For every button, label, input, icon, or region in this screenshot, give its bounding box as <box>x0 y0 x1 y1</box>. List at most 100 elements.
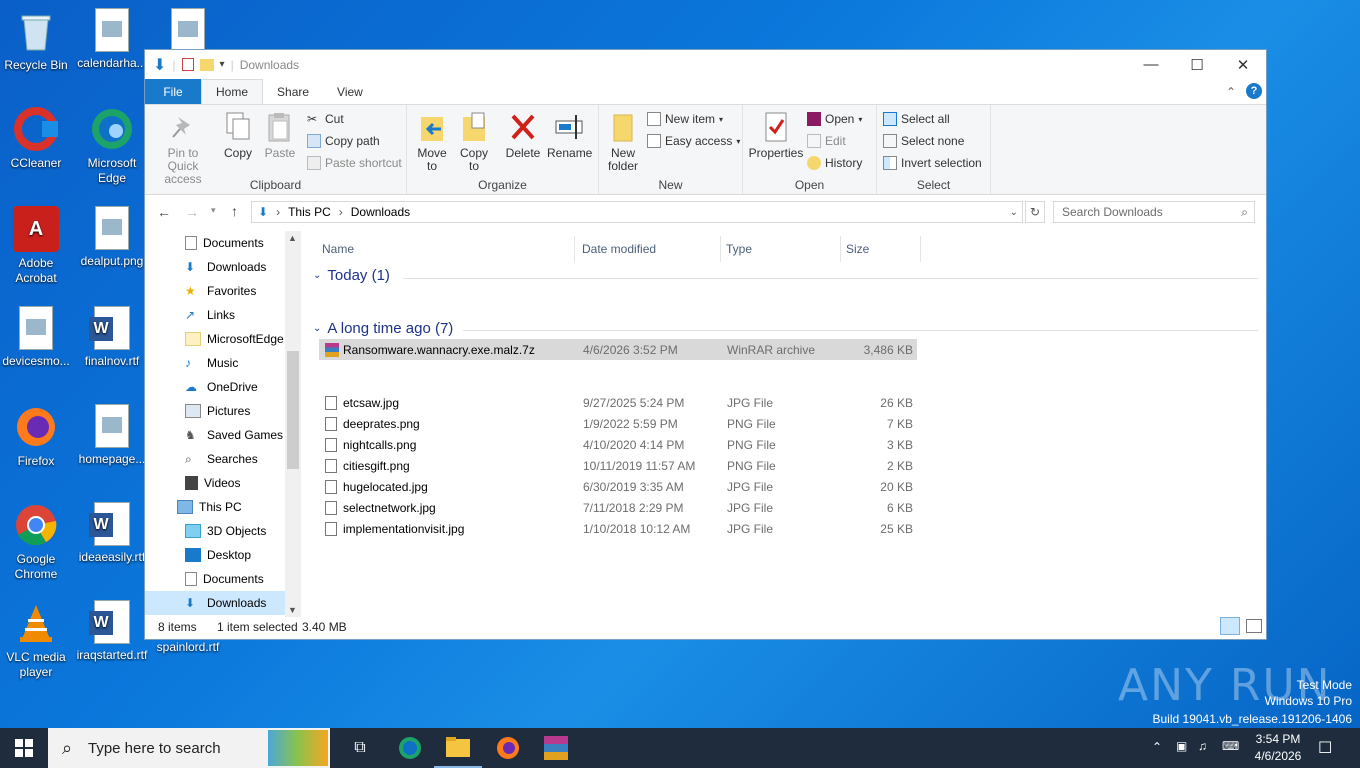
desktop-icon-file[interactable]: devicesmo... <box>0 306 72 369</box>
select-all-button[interactable]: Select all <box>883 109 950 129</box>
details-view-icon[interactable] <box>1220 617 1240 635</box>
nav-item-links[interactable]: ↗ Links <box>145 303 285 327</box>
tab-share[interactable]: Share <box>263 79 323 104</box>
paste-shortcut-button[interactable]: Paste shortcut <box>307 153 402 173</box>
customize-toolbar-icon[interactable]: ▾ <box>220 59 225 70</box>
desktop-icon-file[interactable]: calendarha... <box>76 8 148 71</box>
properties-button[interactable]: Properties <box>747 111 805 160</box>
scroll-down-icon[interactable]: ▼ <box>288 605 297 615</box>
new-item-button[interactable]: New item ▾ <box>647 109 723 129</box>
tab-view[interactable]: View <box>323 79 377 104</box>
file-row[interactable]: citiesgift.png 10/11/2019 11:57 AM PNG F… <box>319 455 917 476</box>
file-row[interactable]: nightcalls.png 4/10/2020 4:14 PM PNG Fil… <box>319 434 917 455</box>
minimize-button[interactable]: — <box>1128 50 1174 79</box>
invert-selection-button[interactable]: Invert selection <box>883 153 982 173</box>
desktop-icon-ccleaner[interactable]: CCleaner <box>0 106 72 171</box>
taskbar-firefox[interactable] <box>484 728 532 768</box>
copy-path-button[interactable]: Copy path <box>307 131 380 151</box>
group-header-long-time-ago[interactable]: ⌄ A long time ago (7) <box>313 320 453 337</box>
select-none-button[interactable]: Select none <box>883 131 964 151</box>
breadcrumb-downloads[interactable]: Downloads <box>351 205 410 219</box>
file-row[interactable]: deeprates.png 1/9/2022 5:59 PM PNG File … <box>319 413 917 434</box>
desktop-icon-recycle-bin[interactable]: Recycle Bin <box>0 8 72 73</box>
nav-item-documents[interactable]: Documents <box>145 231 285 255</box>
desktop-icon-file[interactable]: homepage... <box>76 404 148 467</box>
forward-arrow-icon[interactable]: → <box>185 204 199 220</box>
pin-quick-access-button[interactable]: Pin to Quick access <box>151 111 215 186</box>
history-button[interactable]: History <box>807 153 862 173</box>
file-row[interactable]: Ransomware.wannacry.exe.malz.7z 4/6/2026… <box>319 339 917 360</box>
search-input[interactable]: Search Downloads ⌕ <box>1053 201 1255 223</box>
nav-item-this-pc[interactable]: This PC <box>145 495 285 519</box>
collapse-ribbon-icon[interactable]: ⌃ <box>1226 85 1236 99</box>
nav-scrollbar[interactable]: ▲ ▼ <box>285 231 301 617</box>
task-view-button[interactable]: ⧉ <box>336 728 384 768</box>
desktop-icon-rtf[interactable]: W finalnov.rtf <box>76 306 148 369</box>
volume-icon[interactable]: ♫ <box>1198 739 1207 753</box>
copy-button[interactable]: Copy <box>221 111 255 160</box>
desktop-icon-file[interactable]: dealput.png <box>76 206 148 269</box>
nav-item-videos[interactable]: Videos <box>145 471 285 495</box>
show-hidden-icons[interactable]: ⌃ <box>1152 740 1162 754</box>
quick-access-down-icon[interactable]: ⬇ <box>153 55 166 75</box>
group-header-today[interactable]: ⌄ Today (1) <box>313 267 390 284</box>
open-button[interactable]: Open ▾ <box>807 109 862 129</box>
refresh-icon[interactable]: ↻ <box>1025 201 1045 223</box>
breadcrumb-this-pc[interactable]: This PC <box>288 205 331 219</box>
back-arrow-icon[interactable]: ← <box>157 204 171 220</box>
close-button[interactable]: ✕ <box>1220 50 1266 79</box>
start-button[interactable] <box>0 728 48 768</box>
desktop-icon-edge[interactable]: Microsoft Edge <box>76 106 148 186</box>
nav-item-searches[interactable]: ⌕ Searches <box>145 447 285 471</box>
nav-item-microsoftedge[interactable]: MicrosoftEdge <box>145 327 285 351</box>
move-to-button[interactable]: Move to <box>415 111 449 173</box>
copy-to-button[interactable]: Copy to <box>457 111 491 173</box>
tab-file[interactable]: File <box>145 79 201 104</box>
help-icon[interactable]: ? <box>1246 83 1262 99</box>
new-folder-icon[interactable] <box>199 58 214 71</box>
desktop-icon-chrome[interactable]: Google Chrome <box>0 502 72 582</box>
nav-item-3d-objects[interactable]: 3D Objects <box>145 519 285 543</box>
nav-item-onedrive[interactable]: ☁ OneDrive <box>145 375 285 399</box>
file-row[interactable]: etcsaw.jpg 9/27/2025 5:24 PM JPG File 26… <box>319 392 917 413</box>
notifications-icon[interactable]: ☐ <box>1318 738 1332 758</box>
address-dropdown-icon[interactable]: ⌄ <box>1010 207 1018 218</box>
properties-icon[interactable] <box>181 58 194 71</box>
up-arrow-icon[interactable]: ↑ <box>231 203 238 219</box>
nav-item-saved-games[interactable]: ♞ Saved Games <box>145 423 285 447</box>
nav-item-documents[interactable]: Documents <box>145 567 285 591</box>
easy-access-button[interactable]: Easy access ▾ <box>647 131 740 151</box>
column-date-modified[interactable]: Date modified <box>577 236 721 262</box>
maximize-button[interactable]: ☐ <box>1174 50 1220 79</box>
nav-item-pictures[interactable]: Pictures <box>145 399 285 423</box>
recent-locations-icon[interactable]: ▾ <box>211 205 216 216</box>
desktop-icon-rtf[interactable]: W ideaeasily.rtf <box>76 502 148 565</box>
desktop-icon-acrobat[interactable]: A Adobe Acrobat <box>0 206 72 286</box>
desktop-icon-rtf[interactable]: spainlord.rtf <box>152 640 224 655</box>
file-row[interactable]: hugelocated.jpg 6/30/2019 3:35 AM JPG Fi… <box>319 476 917 497</box>
taskbar-search-input[interactable]: ⌕ Type here to search <box>48 728 330 768</box>
rename-button[interactable]: Rename <box>547 111 592 160</box>
cut-button[interactable]: ✂ Cut <box>307 109 344 129</box>
desktop-icon-vlc[interactable]: VLC media player <box>0 600 72 680</box>
nav-item-downloads[interactable]: ⬇ Downloads <box>145 591 285 615</box>
delete-button[interactable]: Delete <box>505 111 541 160</box>
desktop-icon-firefox[interactable]: Firefox <box>0 404 72 469</box>
network-icon[interactable]: ▣ <box>1176 739 1187 753</box>
address-bar[interactable]: ⬇ › This PC › Downloads ⌄ <box>251 201 1023 223</box>
desktop-icon-rtf[interactable]: W iraqstarted.rtf <box>76 600 148 663</box>
nav-item-downloads[interactable]: ⬇ Downloads <box>145 255 285 279</box>
column-name[interactable]: Name <box>317 236 575 262</box>
large-icons-view-icon[interactable] <box>1246 619 1262 633</box>
nav-item-desktop[interactable]: Desktop <box>145 543 285 567</box>
paste-button[interactable]: Paste <box>261 111 299 160</box>
taskbar-edge[interactable] <box>386 728 434 768</box>
file-row[interactable]: selectnetwork.jpg 7/11/2018 2:29 PM JPG … <box>319 497 917 518</box>
taskbar-winrar[interactable] <box>532 728 580 768</box>
scroll-up-icon[interactable]: ▲ <box>288 233 297 243</box>
column-type[interactable]: Type <box>721 236 841 262</box>
file-row[interactable]: implementationvisit.jpg 1/10/2018 10:12 … <box>319 518 917 539</box>
new-folder-button[interactable]: New folder <box>603 111 643 173</box>
tab-home[interactable]: Home <box>201 79 264 104</box>
column-size[interactable]: Size <box>841 236 921 262</box>
